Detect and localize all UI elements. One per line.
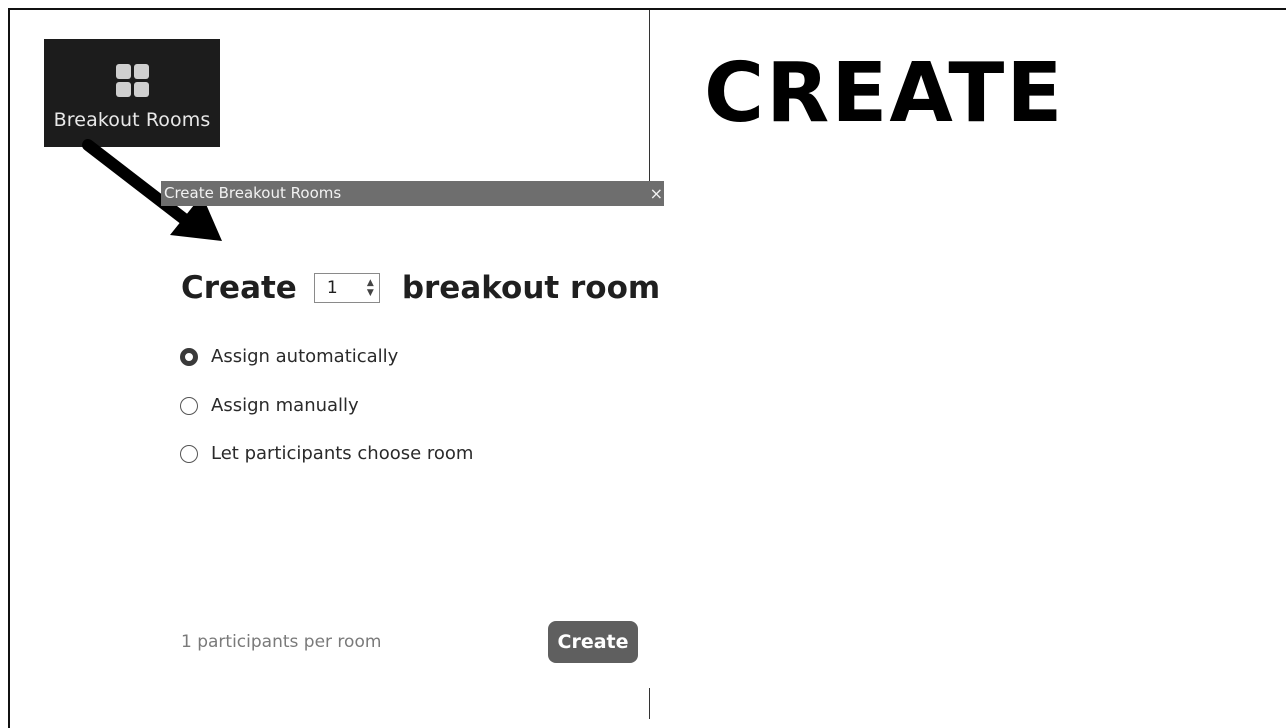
option-assign-manually[interactable]: Assign manually bbox=[180, 395, 359, 416]
breakout-rooms-label: Breakout Rooms bbox=[53, 109, 211, 131]
option-assign-automatically[interactable]: Assign automatically bbox=[180, 346, 398, 367]
grid-icon bbox=[116, 64, 150, 98]
chevron-down-icon[interactable]: ▼ bbox=[367, 288, 374, 298]
option-label: Assign automatically bbox=[211, 346, 399, 367]
room-count-stepper[interactable]: 1 ▲ ▼ bbox=[313, 273, 380, 303]
dialog-titlebar: Create Breakout Rooms × bbox=[161, 181, 664, 206]
slide-divider bbox=[649, 688, 650, 719]
radio-unchecked[interactable] bbox=[180, 444, 198, 463]
room-count-value[interactable]: 1 bbox=[315, 278, 338, 298]
radio-unchecked[interactable] bbox=[180, 396, 198, 415]
close-icon[interactable]: × bbox=[650, 181, 663, 206]
create-prefix-label: Create bbox=[181, 270, 297, 306]
stepper-arrows[interactable]: ▲ ▼ bbox=[367, 278, 374, 298]
slide-title: CREATE bbox=[704, 46, 1065, 141]
option-let-participants-choose[interactable]: Let participants choose room bbox=[180, 443, 473, 464]
slide-divider bbox=[649, 10, 650, 183]
option-label: Assign manually bbox=[211, 395, 359, 416]
create-suffix-label: breakout room bbox=[401, 270, 661, 306]
option-label: Let participants choose room bbox=[211, 443, 474, 464]
participants-per-room-text: 1 participants per room bbox=[181, 632, 382, 652]
radio-checked[interactable] bbox=[180, 347, 198, 366]
dialog-title: Create Breakout Rooms bbox=[164, 184, 342, 202]
room-count-row: Create 1 ▲ ▼ breakout room bbox=[181, 266, 660, 310]
chevron-up-icon[interactable]: ▲ bbox=[367, 278, 374, 288]
breakout-rooms-button[interactable]: Breakout Rooms bbox=[44, 39, 220, 147]
create-button[interactable]: Create bbox=[548, 621, 638, 663]
